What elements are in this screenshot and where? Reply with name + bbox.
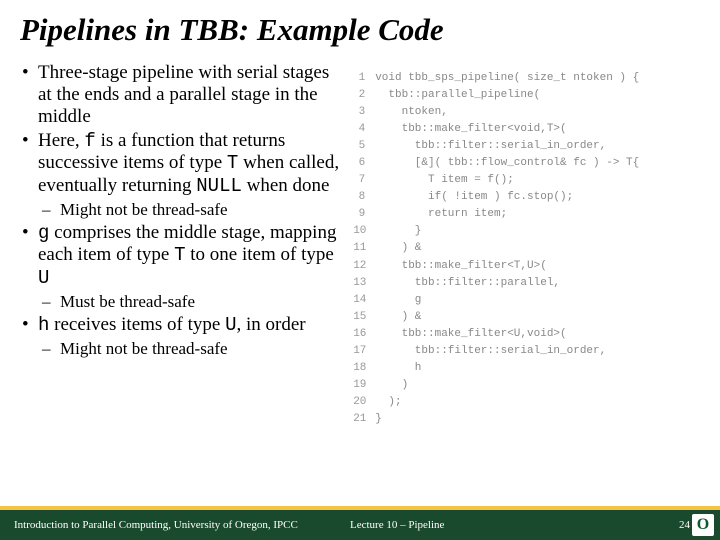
line-number: 2 bbox=[353, 87, 375, 104]
code-text: tbb::filter::parallel, bbox=[375, 275, 560, 292]
code-text: if( !item ) fc.stop(); bbox=[375, 189, 573, 206]
code-inline: T bbox=[227, 152, 238, 174]
line-number: 14 bbox=[353, 292, 375, 309]
code-line: 5 tbb::filter::serial_in_order, bbox=[353, 138, 700, 155]
code-line: 13 tbb::filter::parallel, bbox=[353, 275, 700, 292]
code-inline: f bbox=[84, 130, 95, 152]
line-number: 7 bbox=[353, 172, 375, 189]
line-number: 6 bbox=[353, 155, 375, 172]
line-number: 21 bbox=[353, 411, 375, 428]
code-inline: U bbox=[225, 314, 236, 336]
bullet-item: g comprises the middle stage, mapping ea… bbox=[38, 222, 347, 312]
slide: Pipelines in TBB: Example Code Three-sta… bbox=[0, 0, 720, 540]
code-text: ntoken, bbox=[375, 104, 448, 121]
line-number: 18 bbox=[353, 360, 375, 377]
code-line: 10 } bbox=[353, 223, 700, 240]
code-line: 4 tbb::make_filter<void,T>( bbox=[353, 121, 700, 138]
line-number: 13 bbox=[353, 275, 375, 292]
code-inline: h bbox=[38, 314, 49, 336]
line-number: 16 bbox=[353, 326, 375, 343]
sub-bullet: Might not be thread-safe bbox=[60, 200, 347, 220]
code-inline: T bbox=[174, 244, 185, 266]
content-area: Three-stage pipeline with serial stages … bbox=[20, 62, 700, 492]
code-line: 17 tbb::filter::serial_in_order, bbox=[353, 343, 700, 360]
bullet-item: Three-stage pipeline with serial stages … bbox=[38, 62, 347, 128]
code-line: 21} bbox=[353, 411, 700, 428]
code-text: tbb::filter::serial_in_order, bbox=[375, 343, 606, 360]
code-text: return item; bbox=[375, 206, 507, 223]
code-text: h bbox=[375, 360, 421, 377]
code-text: g bbox=[375, 292, 421, 309]
bullet-text: Here, bbox=[38, 130, 84, 151]
line-number: 4 bbox=[353, 121, 375, 138]
line-number: 9 bbox=[353, 206, 375, 223]
code-text: tbb::make_filter<T,U>( bbox=[375, 258, 547, 275]
code-text: T item = f(); bbox=[375, 172, 514, 189]
code-line: 1void tbb_sps_pipeline( size_t ntoken ) … bbox=[353, 70, 700, 87]
code-line: 18 h bbox=[353, 360, 700, 377]
code-line: 3 ntoken, bbox=[353, 104, 700, 121]
line-number: 8 bbox=[353, 189, 375, 206]
code-text: tbb::parallel_pipeline( bbox=[375, 87, 540, 104]
footer-mid: Lecture 10 – Pipeline bbox=[310, 519, 646, 531]
university-logo: O bbox=[692, 514, 714, 536]
sub-bullet: Might not be thread-safe bbox=[60, 339, 347, 359]
code-text: ) bbox=[375, 377, 408, 394]
line-number: 19 bbox=[353, 377, 375, 394]
code-line: 7 T item = f(); bbox=[353, 172, 700, 189]
code-line: 8 if( !item ) fc.stop(); bbox=[353, 189, 700, 206]
bullet-text: Three-stage pipeline with serial stages … bbox=[38, 62, 329, 127]
code-line: 6 [&]( tbb::flow_control& fc ) -> T{ bbox=[353, 155, 700, 172]
bullet-item: Here, f is a function that returns succe… bbox=[38, 130, 347, 220]
line-number: 20 bbox=[353, 394, 375, 411]
code-line: 14 g bbox=[353, 292, 700, 309]
code-text: ) & bbox=[375, 240, 421, 257]
sub-bullet: Must be thread-safe bbox=[60, 292, 347, 312]
code-line: 9 return item; bbox=[353, 206, 700, 223]
code-inline: NULL bbox=[196, 175, 242, 197]
code-text: ) & bbox=[375, 309, 421, 326]
line-number: 12 bbox=[353, 258, 375, 275]
code-line: 16 tbb::make_filter<U,void>( bbox=[353, 326, 700, 343]
code-line: 19 ) bbox=[353, 377, 700, 394]
code-inline: g bbox=[38, 222, 49, 244]
bullet-text: Might not be thread-safe bbox=[60, 339, 228, 358]
slide-title: Pipelines in TBB: Example Code bbox=[20, 12, 700, 48]
bullet-text: , in order bbox=[237, 314, 306, 335]
footer-bar: Introduction to Parallel Computing, Univ… bbox=[0, 510, 720, 540]
code-text: [&]( tbb::flow_control& fc ) -> T{ bbox=[375, 155, 639, 172]
code-text: tbb::make_filter<void,T>( bbox=[375, 121, 566, 138]
code-text: tbb::filter::serial_in_order, bbox=[375, 138, 606, 155]
bullet-text: Must be thread-safe bbox=[60, 292, 195, 311]
line-number: 17 bbox=[353, 343, 375, 360]
bullet-text: Might not be thread-safe bbox=[60, 200, 228, 219]
line-number: 5 bbox=[353, 138, 375, 155]
code-line: 15 ) & bbox=[353, 309, 700, 326]
bullet-text: receives items of type bbox=[49, 314, 225, 335]
bullet-item: h receives items of type U, in order Mig… bbox=[38, 314, 347, 358]
logo-o-icon: O bbox=[697, 516, 709, 534]
code-text: ); bbox=[375, 394, 401, 411]
code-text: } bbox=[375, 223, 421, 240]
code-text: tbb::make_filter<U,void>( bbox=[375, 326, 566, 343]
bullet-column: Three-stage pipeline with serial stages … bbox=[20, 62, 353, 492]
footer-left: Introduction to Parallel Computing, Univ… bbox=[14, 519, 310, 531]
bullet-text: to one item of type bbox=[186, 244, 334, 265]
code-line: 2 tbb::parallel_pipeline( bbox=[353, 87, 700, 104]
line-number: 3 bbox=[353, 104, 375, 121]
code-line: 11 ) & bbox=[353, 240, 700, 257]
line-number: 11 bbox=[353, 240, 375, 257]
code-text: void tbb_sps_pipeline( size_t ntoken ) { bbox=[375, 70, 639, 87]
code-column: 1void tbb_sps_pipeline( size_t ntoken ) … bbox=[353, 62, 700, 492]
code-inline: U bbox=[38, 267, 49, 289]
line-number: 15 bbox=[353, 309, 375, 326]
line-number: 10 bbox=[353, 223, 375, 240]
code-line: 12 tbb::make_filter<T,U>( bbox=[353, 258, 700, 275]
code-line: 20 ); bbox=[353, 394, 700, 411]
code-text: } bbox=[375, 411, 382, 428]
bullet-text: when done bbox=[242, 175, 330, 196]
line-number: 1 bbox=[353, 70, 375, 87]
